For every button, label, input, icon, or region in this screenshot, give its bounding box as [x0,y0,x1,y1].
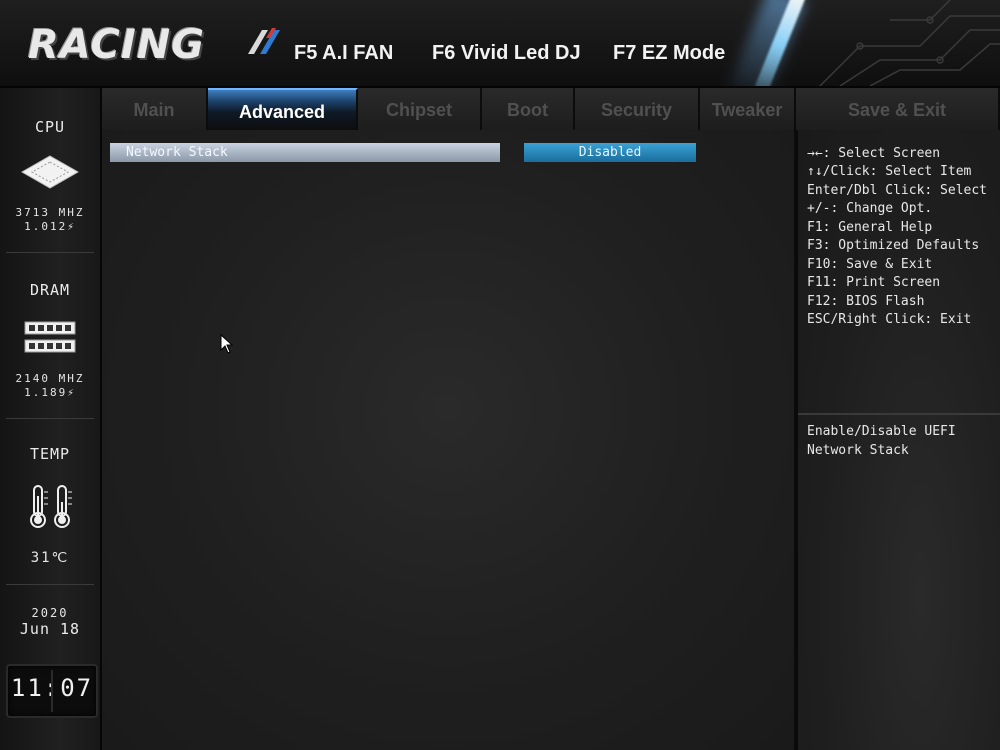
hotkey-ai-fan[interactable]: F5 A.I FAN [294,42,393,65]
sidebar-divider [6,584,94,585]
help-line: →←: Select Screen [807,146,941,161]
hotkey-ez-mode[interactable]: F7 EZ Mode [613,42,725,65]
clock-split [51,670,53,712]
temp-title: TEMP [29,445,71,463]
option-description: Enable/Disable UEFI [807,424,956,439]
help-line: F3: Optimized Defaults [807,238,980,253]
option-description: Network Stack [807,443,909,458]
dram-title: DRAM [29,281,71,299]
thermometer-icon [30,485,72,528]
date-year: 2020 [31,606,69,620]
tab-save-exit[interactable]: Save & Exit [796,88,1000,130]
tab-chipset[interactable]: Chipset [358,88,482,130]
sidebar-divider [6,418,94,419]
network-stack-value[interactable]: Disabled [524,143,696,162]
help-divider [798,413,1000,415]
tab-boot[interactable]: Boot [482,88,575,130]
circuit-decoration-icon [819,0,1000,86]
cpu-frequency: 3713 MHZ [15,206,85,219]
help-line: F1: General Help [807,220,933,235]
logo-text: RACING [28,22,206,68]
cpu-voltage: 1.012⚡ [24,220,76,233]
menu-tabs: Main Advanced Chipset Boot Security Twea… [102,88,1000,130]
tab-main[interactable]: Main [102,88,208,130]
tab-security[interactable]: Security [575,88,700,130]
racing-flag-logo-icon [248,28,280,54]
help-line: F11: Print Screen [807,275,941,290]
settings-panel: Network Stack Disabled [102,130,794,750]
clock-display: 11:07 [6,664,98,718]
cpu-chip-icon [20,155,80,189]
help-line: Enter/Dbl Click: Select [807,183,988,198]
date-day: Jun 18 [19,620,81,638]
header-bar: RACING F5 A.I FAN F6 Vivid Led DJ F7 EZ … [0,0,1000,88]
tab-tweaker[interactable]: Tweaker [700,88,796,130]
tab-advanced[interactable]: Advanced [208,88,358,130]
help-line: F10: Save & Exit [807,257,933,272]
cpu-title: CPU [34,118,66,136]
status-sidebar: CPU 3713 MHZ 1.012⚡ DRAM 2140 MHZ 1.189⚡… [0,88,102,750]
help-panel: →←: Select Screen ↑↓/Click: Select Item … [796,130,1000,750]
sidebar-divider [6,252,94,253]
dram-frequency: 2140 MHZ [15,372,85,385]
help-line: F12: BIOS Flash [807,294,925,309]
help-line: ESC/Right Click: Exit [807,312,972,327]
hotkey-vivid-led-dj[interactable]: F6 Vivid Led DJ [432,42,581,65]
dram-module-icon [24,321,76,353]
help-line: +/-: Change Opt. [807,201,933,216]
mouse-pointer-icon [220,334,234,354]
temperature-value: 31℃ [30,550,70,566]
racing-logo: RACING [28,22,280,68]
dram-voltage: 1.189⚡ [24,386,76,399]
help-line: ↑↓/Click: Select Item [807,164,972,179]
network-stack-option[interactable]: Network Stack [110,143,500,162]
